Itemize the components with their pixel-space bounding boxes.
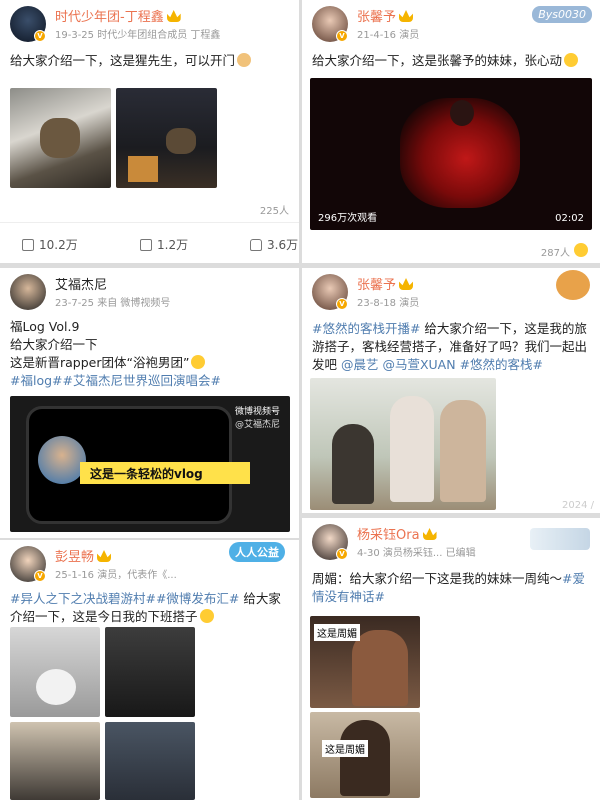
video-player[interactable]: 这是一条轻松的vlog 微博视频号 @艾福杰尼 bbox=[10, 396, 290, 532]
likes-small: 287人 bbox=[540, 248, 570, 259]
post-card[interactable]: V 张馨予 21-4-16 演员 Bys0030 给大家介绍一下，这是张馨予的妹… bbox=[302, 0, 600, 263]
video-logo: 微博视频号 bbox=[234, 407, 280, 417]
vip-crown-icon bbox=[166, 10, 181, 22]
post-card[interactable]: 艾福杰尼 23-7-25 来自 微博视频号 福Log Vol.9 给大家介绍一下… bbox=[0, 268, 299, 538]
emoji-icon bbox=[199, 609, 214, 623]
vip-crown-icon bbox=[97, 550, 112, 562]
post-text: 福Log Vol.9 给大家介绍一下 这是新晋rapper团体“浴袍男团” #福… bbox=[0, 318, 299, 390]
post-text: #悠然的客栈开播# 给大家介绍一下，这是我的旅游搭子，客栈经营搭子，准备好了吗？… bbox=[312, 321, 588, 372]
photo-4[interactable] bbox=[105, 722, 195, 800]
post-meta: 23-7-25 来自 微博视频号 bbox=[55, 298, 171, 309]
photo-2[interactable] bbox=[105, 627, 195, 717]
sunglasses-emoji-icon bbox=[191, 355, 206, 369]
photo-cat-doll[interactable] bbox=[10, 88, 111, 188]
photo-1[interactable]: 这是周媚 bbox=[310, 616, 420, 708]
post-card[interactable]: V 彭昱畅 25-1-16 演员，代表作《... 人人公益 #异人之下之决战碧游… bbox=[0, 540, 299, 800]
watermark: Bys0030 bbox=[532, 6, 592, 23]
charity-badge: 人人公益 bbox=[229, 542, 285, 562]
header-decoration bbox=[530, 528, 590, 550]
comment-button[interactable]: 1.2万 bbox=[140, 236, 188, 253]
hashtags[interactable]: #福log##艾福杰尼世界巡回演唱会# bbox=[10, 372, 289, 390]
repost-icon bbox=[22, 239, 34, 251]
username[interactable]: 时代少年团-丁程鑫 bbox=[55, 6, 181, 25]
emoji-icon bbox=[564, 53, 579, 67]
username[interactable]: 张馨予 bbox=[357, 6, 414, 25]
video-caption: 这是一条轻松的vlog bbox=[90, 467, 203, 481]
post-text: 给大家介绍一下，这是猩先生，可以开门 bbox=[0, 52, 299, 70]
emoji-icon bbox=[237, 53, 252, 67]
corner-text: 2024 / bbox=[562, 500, 594, 511]
photo-3[interactable] bbox=[10, 722, 100, 800]
likes-small: 225人 bbox=[259, 206, 289, 217]
post-meta: 23-8-18 演员 bbox=[357, 298, 420, 309]
post-card[interactable]: V 张馨予 23-8-18 演员 #悠然的客栈开播# 给大家介绍一下，这是我的旅… bbox=[302, 268, 600, 513]
photo-group[interactable] bbox=[310, 378, 496, 510]
photo-cat-box[interactable] bbox=[116, 88, 217, 188]
post-meta: 4-30 演员杨采钰... 已编辑 bbox=[357, 548, 476, 559]
verified-icon: V bbox=[336, 548, 348, 560]
vip-crown-icon bbox=[399, 278, 414, 290]
username[interactable]: 彭昱畅 bbox=[55, 546, 112, 565]
username[interactable]: 杨采钰Ora bbox=[357, 524, 437, 543]
post-meta: 25-1-16 演员，代表作《... bbox=[55, 570, 177, 581]
verified-icon: V bbox=[336, 298, 348, 310]
avatar bbox=[38, 436, 86, 484]
comment-icon bbox=[140, 239, 152, 251]
photo-1[interactable] bbox=[10, 627, 100, 717]
photo-2[interactable]: 这是周媚 bbox=[310, 712, 420, 798]
post-text: 周媚：给大家介绍一下这是我的妹妹一周纯～#爱情没有神话# bbox=[312, 571, 585, 604]
video-views: 296万次观看 bbox=[318, 213, 378, 224]
verified-icon: V bbox=[34, 30, 46, 42]
emoji-icon bbox=[574, 243, 588, 257]
post-card[interactable]: V 杨采钰Ora 4-30 演员杨采钰... 已编辑 周媚：给大家介绍一下这是我… bbox=[302, 518, 600, 800]
video-duration: 02:02 bbox=[555, 213, 584, 224]
verified-icon: V bbox=[34, 570, 46, 582]
username[interactable]: 艾福杰尼 bbox=[55, 274, 107, 293]
photo-label: 这是周媚 bbox=[322, 740, 368, 757]
collage: V 时代少年团-丁程鑫 19-3-25 时代少年团组合成员 丁程鑫 给大家介绍一… bbox=[0, 0, 600, 800]
video-player[interactable]: 296万次观看 02:02 bbox=[310, 78, 592, 230]
thumb-up-icon bbox=[250, 239, 262, 251]
action-bar: 10.2万 1.2万 3.6万 bbox=[0, 232, 299, 258]
verified-icon: V bbox=[336, 30, 348, 42]
vip-crown-icon bbox=[422, 528, 437, 540]
post-card[interactable]: V 时代少年团-丁程鑫 19-3-25 时代少年团组合成员 丁程鑫 给大家介绍一… bbox=[0, 0, 299, 263]
video-user: @艾福杰尼 bbox=[234, 420, 280, 430]
vip-crown-icon bbox=[399, 10, 414, 22]
post-text: #异人之下之决战碧游村##微博发布汇# 给大家介绍一下，这是今日我的下班搭子 bbox=[10, 591, 281, 624]
avatar[interactable] bbox=[10, 274, 46, 310]
username[interactable]: 张馨予 bbox=[357, 274, 414, 293]
post-meta: 19-3-25 时代少年团组合成员 丁程鑫 bbox=[55, 30, 221, 41]
post-meta: 21-4-16 演员 bbox=[357, 30, 420, 41]
like-button[interactable]: 3.6万 bbox=[250, 236, 298, 253]
bear-sticker-icon bbox=[556, 270, 590, 300]
photo-label: 这是周媚 bbox=[314, 624, 360, 641]
post-text: 给大家介绍一下，这是张馨予的妹妹，张心动 bbox=[302, 52, 600, 70]
repost-button[interactable]: 10.2万 bbox=[22, 236, 78, 253]
